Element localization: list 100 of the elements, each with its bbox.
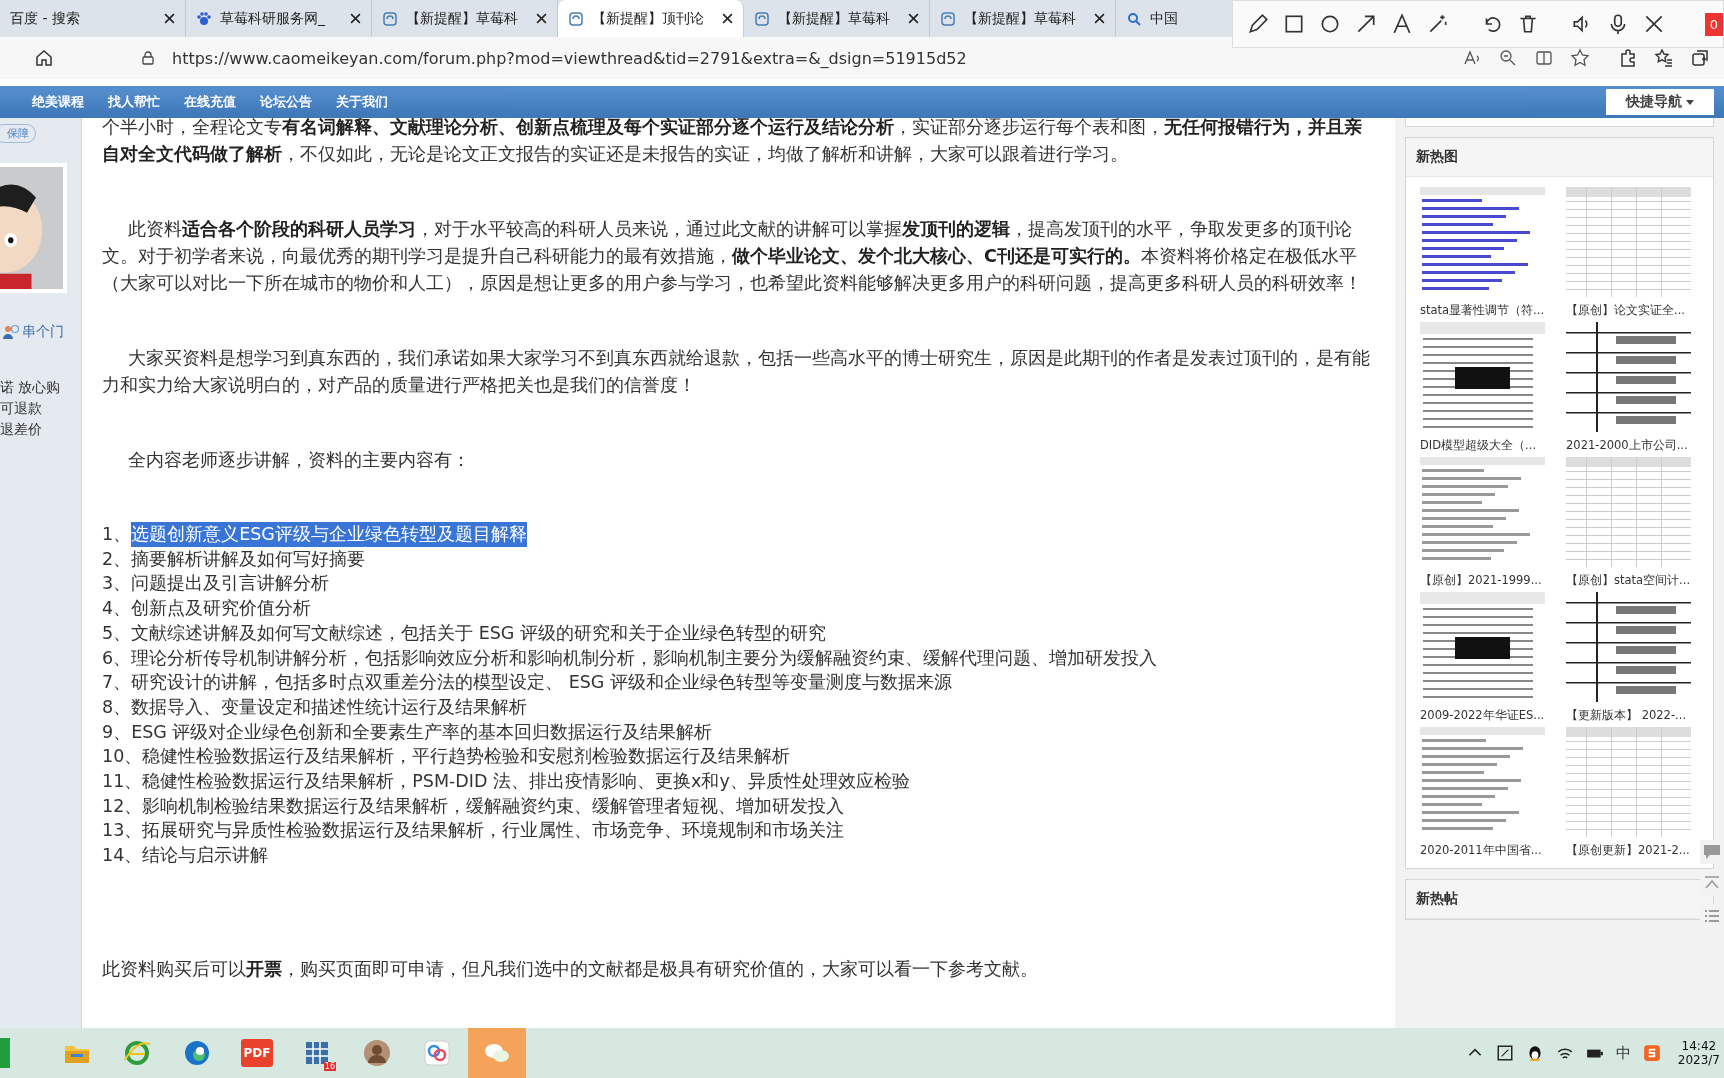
list-item: 研究设计的讲解，包括多时点双重差分法的模型设定、 ESG 评级和企业绿色转型等变量测度与数据来源 xyxy=(131,671,952,695)
nav-link[interactable]: 关于我们 xyxy=(324,93,400,111)
list-number: 3、 xyxy=(102,572,132,596)
magic-wand-icon[interactable] xyxy=(1427,13,1449,35)
list-number: 9、 xyxy=(102,720,132,744)
image-caption[interactable]: 【原创】2021-1999... xyxy=(1420,573,1542,588)
list-item: 稳健性检验数据运行及结果解析，平行趋势检验和安慰剂检验数据运行及结果解析 xyxy=(142,745,791,769)
taskbar-app[interactable]: PDF xyxy=(228,1028,286,1078)
list-number: 4、 xyxy=(102,597,132,621)
pdf-app-icon: PDF xyxy=(240,1039,274,1067)
list-item: 摘要解析讲解及如何写好摘要 xyxy=(131,547,366,571)
image-caption[interactable]: stata显著性调节（符... xyxy=(1420,303,1545,318)
nav-link[interactable]: 绝美课程 xyxy=(20,93,96,111)
pencil-icon[interactable] xyxy=(1247,13,1269,35)
list-item: 数据导入、变量设定和描述性统计运行及结果解析 xyxy=(131,695,528,719)
nav-link[interactable]: 在线充值 xyxy=(172,93,248,111)
close-icon[interactable] xyxy=(722,13,733,24)
paragraph: 大家买资料是想学习到真东西的，我们承诺如果大家学习不到真东西就给退款，包括一些高水平的博士研究生，原因是此期刊的作者是发表过顶刊的，是有能力和实力给大家说明白的，对产品的质量进行严格把关也是我们的信誉度！ xyxy=(102,347,1371,397)
quick-nav-button[interactable]: 快捷导航 xyxy=(1606,89,1714,115)
list-item: 选题创新意义ESG评级与企业绿色转型及题目解释 xyxy=(131,522,527,547)
avatar-icon xyxy=(362,1038,392,1068)
favorites-icon[interactable] xyxy=(1654,48,1674,68)
list-item: 稳健性检验数据运行及结果解析，PSM-DID 法、排出疫情影响、更换x和y、异质性处理效应检验 xyxy=(142,770,910,794)
paw-icon xyxy=(196,10,212,27)
list-number: 5、 xyxy=(102,621,132,645)
guarantee-note: 诺 放心购 xyxy=(0,379,61,397)
collections-icon[interactable] xyxy=(1690,48,1710,68)
lock-icon xyxy=(140,50,156,66)
close-icon[interactable] xyxy=(1094,13,1105,24)
list-item: 结论与启示讲解 xyxy=(142,844,269,868)
site-icon xyxy=(940,10,956,27)
list-item: 创新点及研究价值分析 xyxy=(131,597,312,621)
visit-link[interactable]: 串个门 xyxy=(0,323,81,341)
circle-icon[interactable] xyxy=(1319,13,1341,35)
clock-time: 14:42 xyxy=(1681,1039,1717,1053)
image-caption[interactable]: 2020-2011年中国省... xyxy=(1420,843,1542,858)
tab-title: 百度 - 搜索 xyxy=(10,9,81,28)
close-icon[interactable] xyxy=(164,13,175,24)
guarantee-note: 可退款 xyxy=(0,400,42,418)
paragraph: 此资料适合各个阶段的科研人员学习，对于水平较高的科研人员来说，通过此文献的讲解可以掌握发顶刊的逻辑，提高发顶刊的水平，争取发更多的顶刊论文。对于初学者来说，向最优秀的期刊学习是提升自己科研能力的最有效措施，做个毕业论文、发个北大核心、C刊还是可实行的。本资料将价格定在极低水平（大家可以对比一下所在城市的物价和人工），原因是想让更多的用户参与学习，也希望此资料能够解决更多用户的科研问题，提高更多科研人员的科研效率！ xyxy=(102,218,1363,295)
close-icon[interactable] xyxy=(350,13,361,24)
tab-title: 【新提醒】顶刊论 xyxy=(592,9,705,28)
list-item: 影响机制检验结果数据运行及结果解析，缓解融资约束、缓解管理者短视、增加研发投入 xyxy=(142,794,845,818)
list-number: 8、 xyxy=(102,695,132,719)
rectangle-icon[interactable] xyxy=(1283,13,1305,35)
image-caption[interactable]: 【原创】stata空间计... xyxy=(1566,573,1691,588)
caret-icon xyxy=(1686,99,1694,105)
list-item: 拓展研究与异质性检验数据运行及结果解析，行业属性、市场竞争、环境规制和市场关注 xyxy=(142,819,845,843)
count-badge: 16 xyxy=(323,1062,336,1071)
list-number: 14、 xyxy=(102,844,143,868)
home-icon[interactable] xyxy=(34,48,54,68)
guarantee-note: 退差价 xyxy=(0,421,42,439)
edge-icon xyxy=(182,1038,212,1068)
image-caption[interactable]: 【原创】论文实证全... xyxy=(1566,303,1685,318)
image-caption[interactable]: 【原创更新】2021-2... xyxy=(1566,843,1690,858)
nav-link[interactable]: 找人帮忙 xyxy=(96,93,172,111)
site-icon xyxy=(382,10,398,27)
list-number: 13、 xyxy=(102,819,143,843)
image-caption[interactable]: 2009-2022年华证ES... xyxy=(1420,708,1545,723)
site-icon xyxy=(754,10,770,27)
site-icon xyxy=(568,10,584,27)
taskbar-app[interactable]: 16 xyxy=(288,1028,346,1078)
list-item: 理论分析传导机制讲解分析，包括影响效应分析和影响机制分析，影响机制主要分为缓解融资约束、缓解代理问题、增加研发投入 xyxy=(131,646,1158,670)
image-caption[interactable]: DID模型超级大全（... xyxy=(1420,438,1537,453)
panel-title: 新热帖 xyxy=(1406,880,1713,919)
browser-tab[interactable]: 中国 xyxy=(1116,0,1182,37)
list-number: 6、 xyxy=(102,646,132,670)
image-caption[interactable]: 【更新版本】 2022-... xyxy=(1566,708,1687,723)
tablet-icon[interactable] xyxy=(1495,1044,1514,1062)
list-number: 2、 xyxy=(102,547,132,571)
browser-tab[interactable]: 【新提醒】顶刊论 xyxy=(558,0,744,37)
clock-date: 2023/7 xyxy=(1677,1053,1720,1067)
tab-title: 【新提醒】草莓科 xyxy=(406,9,519,28)
start-icon[interactable] xyxy=(0,1038,10,1068)
sogou-icon[interactable] xyxy=(1642,1044,1661,1062)
close-icon[interactable] xyxy=(536,13,547,24)
tab-title: 中国 xyxy=(1150,9,1178,28)
people-icon xyxy=(2,324,20,340)
globe-e-icon xyxy=(122,1038,152,1068)
arrow-icon[interactable] xyxy=(1355,13,1377,35)
zoom-out-icon[interactable] xyxy=(1498,48,1518,68)
list-number: 10、 xyxy=(102,745,143,769)
close-icon[interactable] xyxy=(1643,13,1665,35)
list-number: 1、 xyxy=(102,523,132,546)
split-screen-icon[interactable] xyxy=(1534,48,1554,68)
trash-icon[interactable] xyxy=(1517,13,1539,35)
list-number: 7、 xyxy=(102,671,132,695)
close-icon[interactable] xyxy=(908,13,919,24)
paragraph: 此资料购买后可以开票，购买页面即可申请，但凡我们选中的文献都是极具有研究价值的，大家可以看一下参考文献。 xyxy=(102,957,1039,981)
text-tool-icon[interactable] xyxy=(1391,13,1413,35)
list-number: 11、 xyxy=(102,770,143,794)
input-method-indicator[interactable]: 中 xyxy=(1615,1043,1631,1063)
tab-title: 【新提醒】草莓科 xyxy=(778,9,891,28)
paragraph: 全内容老师逐步讲解，资料的主要内容有： xyxy=(127,449,472,472)
list-item: ESG 评级对企业绿色创新和全要素生产率的基本回归数据运行及结果解析 xyxy=(131,720,713,744)
image-caption[interactable]: 2021-2000上市公司... xyxy=(1566,438,1688,453)
nav-link[interactable]: 论坛公告 xyxy=(248,93,324,111)
star-icon[interactable] xyxy=(1570,48,1590,68)
search-icon xyxy=(1126,10,1142,27)
extensions-icon[interactable] xyxy=(1618,48,1638,68)
